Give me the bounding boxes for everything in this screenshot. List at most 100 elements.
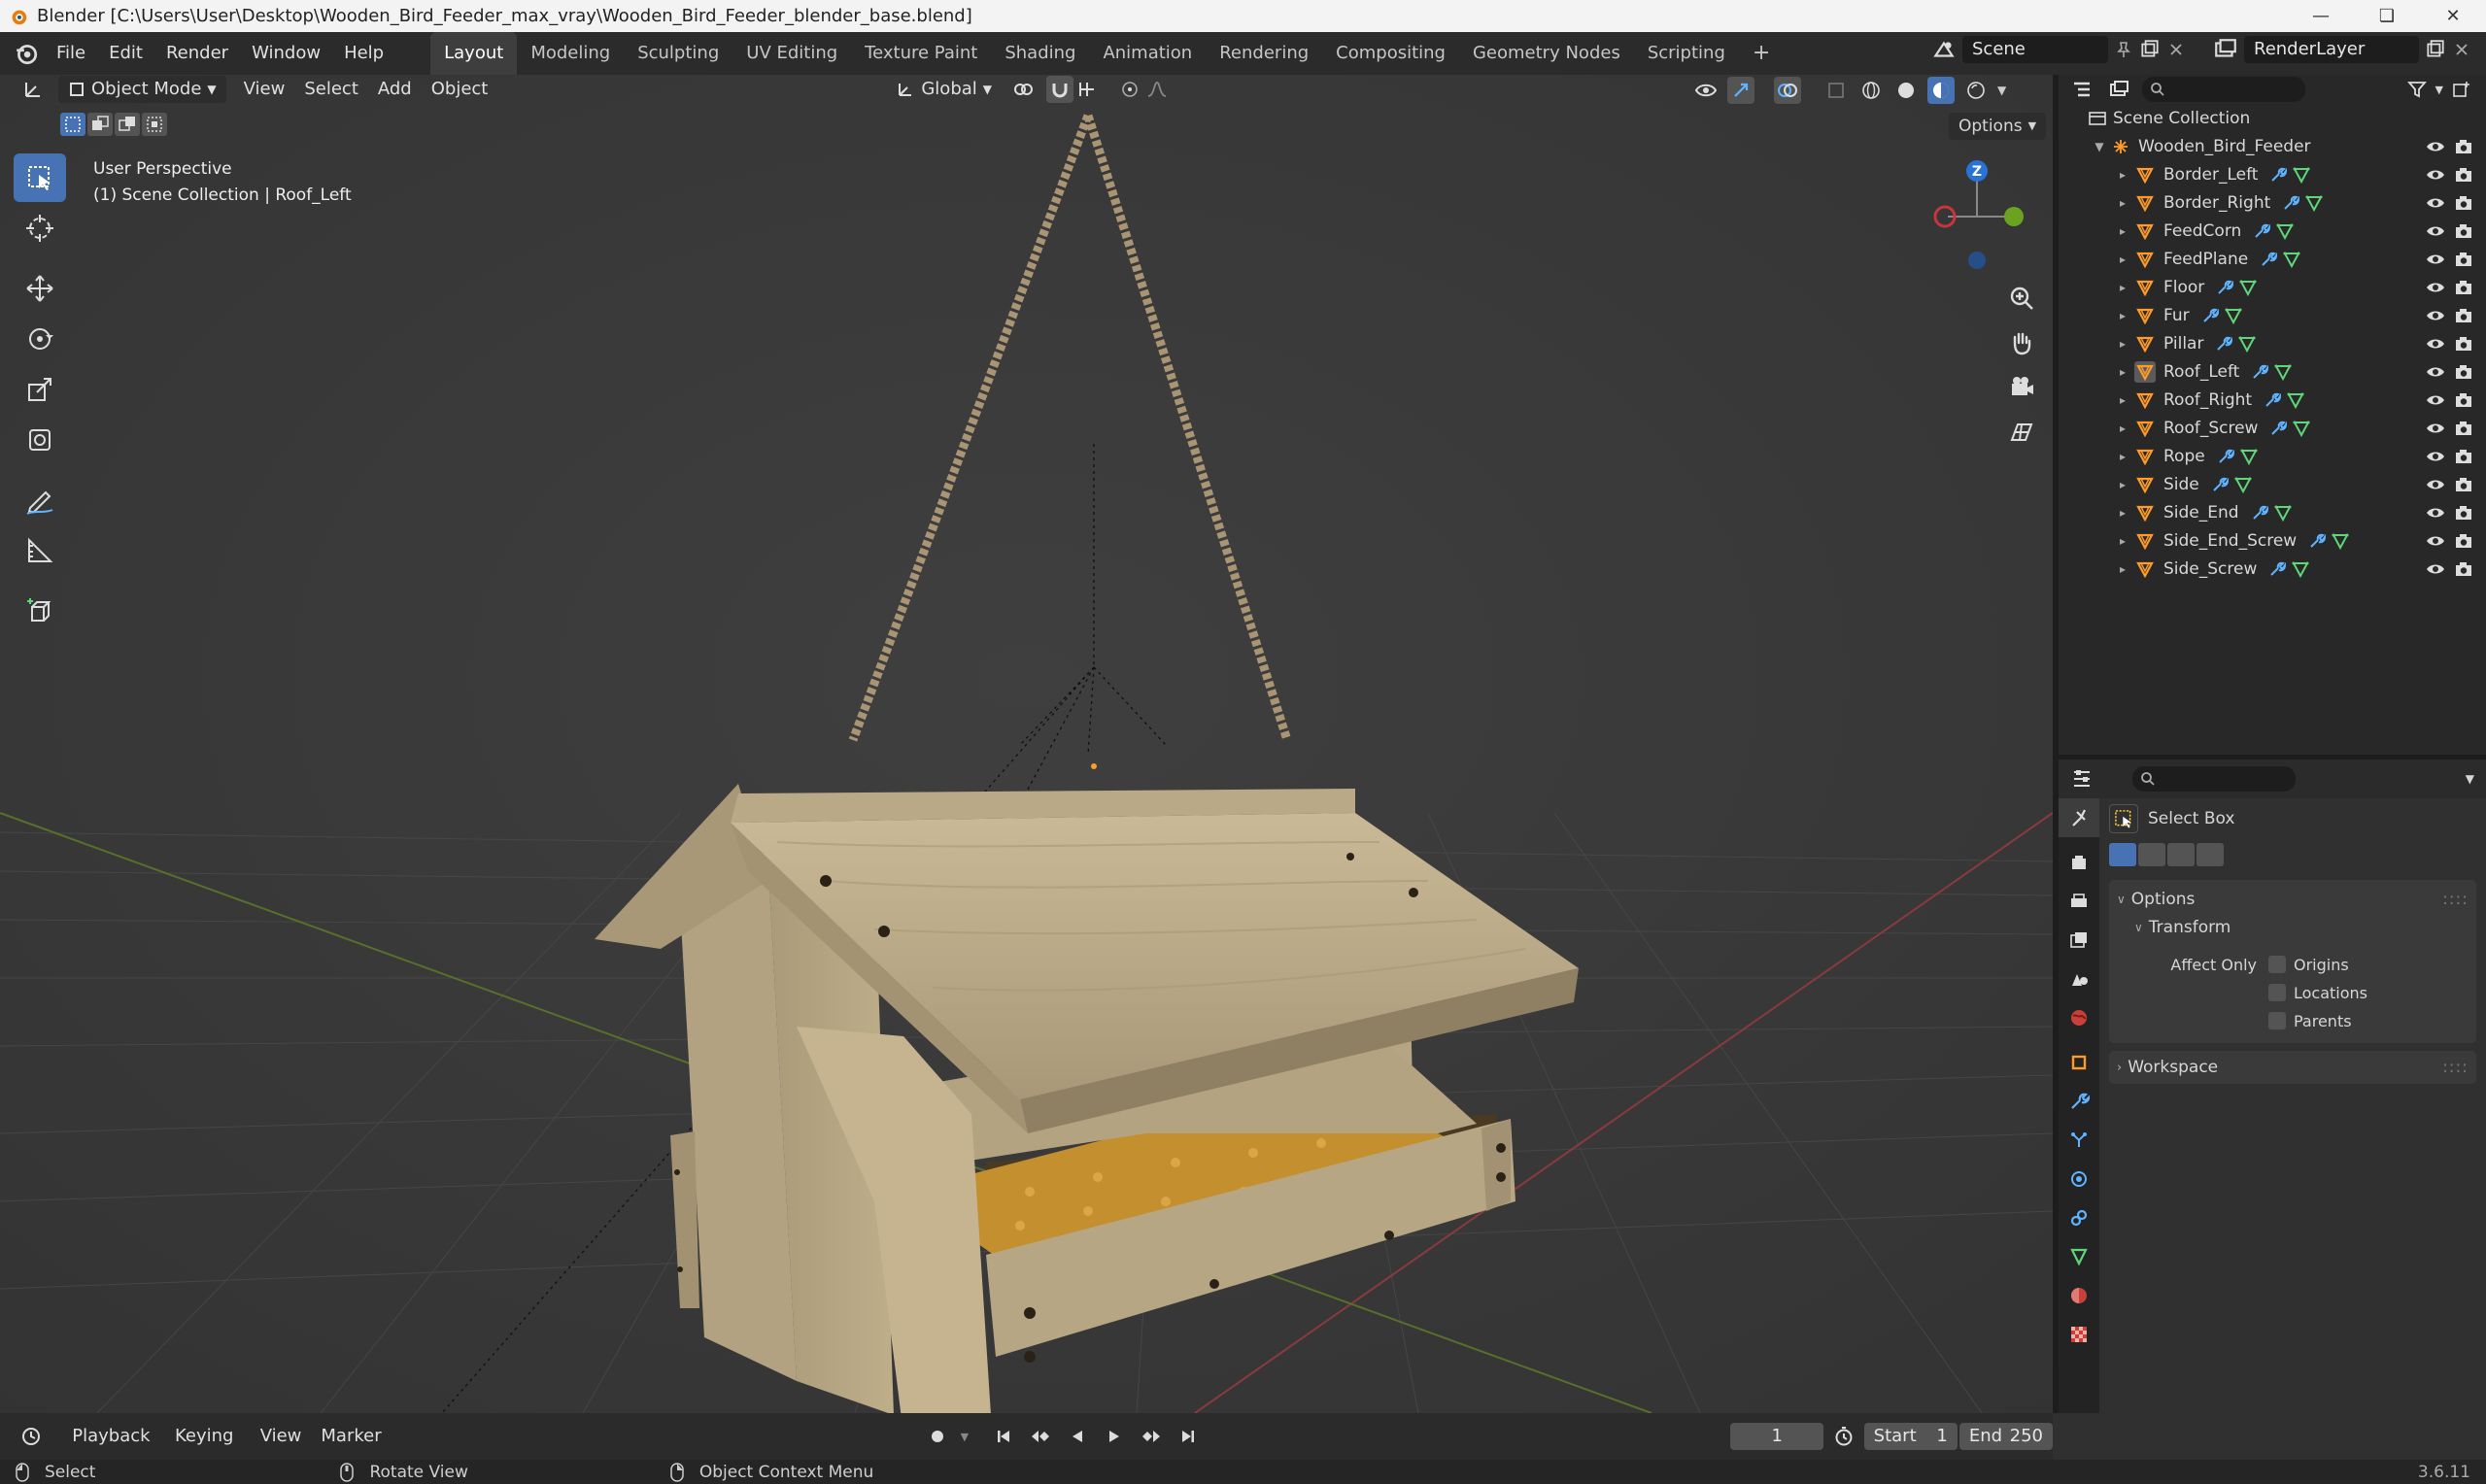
xray-toggle[interactable] [1822, 77, 1850, 104]
tab-rendering[interactable]: Rendering [1206, 32, 1322, 75]
modifier-wrench-icon[interactable] [2251, 363, 2269, 381]
expand-triangle-icon[interactable]: ▸ [2115, 534, 2130, 548]
rendered-shading-button[interactable] [1962, 77, 1990, 104]
expand-triangle-icon[interactable]: ▸ [2115, 224, 2130, 238]
modifier-wrench-icon[interactable] [2260, 251, 2278, 268]
tab-view-layer[interactable] [2059, 921, 2099, 960]
checkbox-box[interactable] [2268, 956, 2286, 973]
visibility-eye-icon[interactable] [2426, 252, 2445, 267]
tab-texture-paint[interactable]: Texture Paint [851, 32, 991, 75]
expand-triangle-icon[interactable]: ▸ [2115, 478, 2130, 491]
expand-triangle-icon[interactable]: ▸ [2115, 393, 2130, 407]
modifier-wrench-icon[interactable] [2217, 448, 2234, 465]
drag-handle-icon[interactable]: :::: [2442, 1058, 2469, 1077]
render-camera-icon[interactable] [2455, 139, 2472, 154]
checkbox-box[interactable] [2268, 984, 2286, 1001]
zoom-button[interactable] [2001, 278, 2042, 319]
modifier-wrench-icon[interactable] [2268, 560, 2287, 578]
mesh-data-icon[interactable] [2293, 420, 2311, 437]
menu-help[interactable]: Help [332, 32, 395, 75]
visibility-eye-icon[interactable] [2426, 195, 2445, 211]
delete-layer-icon[interactable] [2452, 40, 2471, 59]
modifier-wrench-icon[interactable] [2215, 335, 2233, 353]
current-frame-field[interactable]: 1 [1730, 1423, 1824, 1450]
maximize-button[interactable]: ❏ [2354, 0, 2420, 32]
workspace-panel-header[interactable]: › Workspace :::: [2109, 1051, 2476, 1084]
outliner-object-row[interactable]: ▸ Side [2059, 470, 2486, 498]
mesh-data-icon[interactable] [2293, 166, 2311, 184]
mesh-data-icon[interactable] [2287, 391, 2304, 409]
mesh-data-icon[interactable] [2274, 363, 2293, 381]
visibility-eye-icon[interactable] [2426, 392, 2445, 408]
play-reverse-button[interactable] [1064, 1423, 1091, 1450]
scene-icon[interactable] [1931, 37, 1957, 62]
tab-tool[interactable] [2059, 798, 2099, 837]
delete-scene-icon[interactable] [2166, 40, 2186, 59]
new-scene-icon[interactable] [2139, 39, 2161, 60]
visibility-eye-icon[interactable] [2426, 364, 2445, 380]
mesh-data-icon[interactable] [2273, 504, 2292, 522]
viewport-menu-object[interactable]: Object [422, 75, 498, 104]
end-frame-field[interactable]: End 250 [1958, 1423, 2053, 1450]
mesh-data-icon[interactable] [2234, 476, 2252, 493]
start-frame-field[interactable]: Start 1 [1863, 1423, 1958, 1450]
add-workspace-button[interactable]: + [1739, 32, 1784, 75]
timeline-menu-keying[interactable]: Keying ▼ [165, 1422, 251, 1473]
render-camera-icon[interactable] [2455, 195, 2472, 211]
render-layer-field[interactable]: RenderLayer [2244, 36, 2419, 63]
camera-view-button[interactable] [2001, 367, 2042, 408]
gizmo-toggle[interactable] [1727, 77, 1754, 104]
expand-triangle-icon[interactable]: ▸ [2115, 253, 2130, 266]
outliner-object-row[interactable]: ▸ Border_Left [2059, 160, 2486, 188]
tab-sculpting[interactable]: Sculpting [624, 32, 732, 75]
modifier-wrench-icon[interactable] [2282, 194, 2300, 212]
snap-target-button[interactable] [1073, 76, 1101, 103]
props-select-subtract-button[interactable] [2167, 843, 2195, 866]
material-preview-button[interactable] [1927, 77, 1955, 104]
expand-triangle-icon[interactable]: ▸ [2115, 450, 2130, 463]
navigation-gizmo[interactable]: Z [1928, 155, 2026, 272]
scene-name-field[interactable]: Scene [1962, 36, 2108, 63]
visibility-eye-icon[interactable] [2426, 139, 2445, 154]
tab-object[interactable] [2059, 1043, 2099, 1082]
menu-render[interactable]: Render [154, 32, 240, 75]
render-camera-icon[interactable] [2455, 252, 2472, 267]
expand-triangle-icon[interactable]: ▸ [2115, 365, 2130, 379]
render-camera-icon[interactable] [2455, 477, 2472, 492]
props-select-new-button[interactable] [2109, 843, 2136, 866]
modifier-wrench-icon[interactable] [2253, 222, 2271, 240]
tab-animation[interactable]: Animation [1089, 32, 1206, 75]
use-preview-range-button[interactable] [1831, 1423, 1856, 1450]
tool-rotate[interactable] [14, 315, 66, 363]
expand-triangle-icon[interactable]: ▸ [2115, 309, 2130, 322]
tab-particles[interactable] [2059, 1121, 2099, 1160]
properties-search-input[interactable] [2132, 766, 2296, 792]
jump-keyframe-forward-button[interactable] [1138, 1423, 1165, 1450]
modifier-wrench-icon[interactable] [2308, 532, 2327, 550]
select-intersect-button[interactable] [142, 113, 167, 136]
tab-layout[interactable]: Layout [430, 32, 518, 75]
modifier-wrench-icon[interactable] [2269, 166, 2288, 184]
origins-checkbox[interactable]: Origins [2268, 952, 2367, 977]
keying-dropdown-icon[interactable]: ▼ [961, 1431, 969, 1443]
visibility-eye-icon[interactable] [2426, 449, 2445, 464]
modifier-wrench-icon[interactable] [2251, 504, 2268, 522]
mesh-data-icon[interactable] [2239, 279, 2257, 296]
shading-dropdown-icon[interactable]: ▼ [1997, 84, 2006, 97]
jump-end-button[interactable] [1175, 1423, 1202, 1450]
modifier-wrench-icon[interactable] [2216, 279, 2234, 296]
viewport-options-dropdown[interactable]: Options ▼ [1949, 113, 2047, 140]
tool-annotate[interactable] [14, 476, 66, 524]
tab-constraints[interactable] [2059, 1198, 2099, 1237]
render-camera-icon[interactable] [2455, 280, 2472, 295]
auto-keying-button[interactable] [924, 1423, 951, 1450]
outliner-collection-row[interactable]: ▼ Wooden_Bird_Feeder [2059, 132, 2486, 160]
mesh-data-icon[interactable] [2224, 307, 2242, 324]
outliner-object-row[interactable]: ▸ Side_End [2059, 498, 2486, 526]
mesh-data-icon[interactable] [2240, 448, 2258, 465]
select-extend-button[interactable] [87, 113, 113, 136]
mesh-data-icon[interactable] [2283, 251, 2300, 268]
transform-orientation-dropdown[interactable]: Global ▼ [886, 76, 1002, 103]
tab-physics[interactable] [2059, 1160, 2099, 1198]
tab-uv-editing[interactable]: UV Editing [732, 32, 851, 75]
